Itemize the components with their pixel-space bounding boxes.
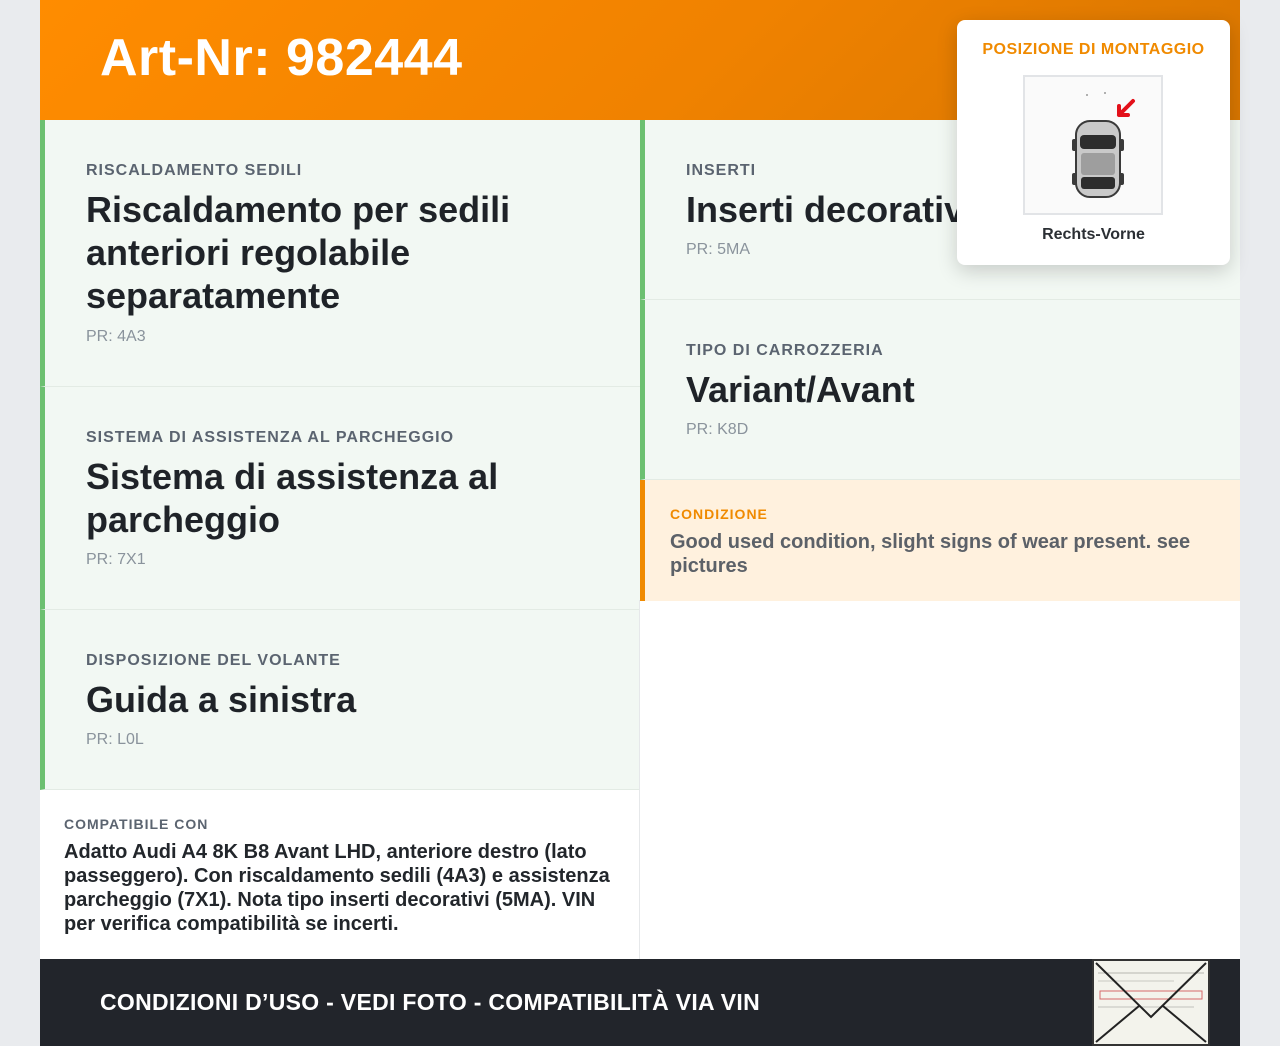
compatibility-text: Adatto Audi A4 8K B8 Avant LHD, anterior…: [64, 841, 610, 935]
attribute-pr-code: PR: K8D: [686, 421, 749, 438]
mounting-position-diagram: [1023, 75, 1163, 215]
attribute-pr-code: PR: L0L: [86, 731, 144, 748]
attribute-pr-code: PR: 5MA: [686, 241, 751, 258]
car-topview-icon: [1025, 77, 1161, 213]
column-divider: [639, 600, 640, 790]
condition-text: Good used condition, slight signs of wea…: [670, 531, 1191, 577]
attribute-label: DISPOSIZIONE DEL VOLANTE: [86, 652, 341, 669]
attribute-label: RISCALDAMENTO SEDILI: [86, 162, 303, 179]
compatibility-label: COMPATIBILE CON: [64, 816, 209, 832]
attribute-label: SISTEMA DI ASSISTENZA AL PARCHEGGIO: [86, 429, 455, 446]
document-thumbnail: [1092, 959, 1210, 1046]
attribute-pr-code: PR: 7X1: [86, 551, 146, 568]
envelope-icon: [1094, 961, 1208, 1044]
attribute-label: INSERTI: [686, 162, 757, 179]
condition-box: CONDIZIONE Good used condition, slight s…: [640, 480, 1240, 601]
article-number: Art-Nr: 982444: [100, 29, 463, 87]
attribute-value: Guida a sinistra: [86, 679, 357, 720]
mounting-position-caption: Rechts-Vorne: [1042, 226, 1145, 243]
attribute-card-body-type: TIPO DI CARROZZERIA Variant/Avant PR: K8…: [640, 300, 1240, 480]
attribute-value: Riscaldamento per sedili anteriori regol…: [86, 189, 511, 316]
attribute-value: Sistema di assistenza al parcheggio: [86, 456, 499, 540]
attribute-card-seat-heating: RISCALDAMENTO SEDILI Riscaldamento per s…: [40, 120, 640, 387]
attribute-card-steering: DISPOSIZIONE DEL VOLANTE Guida a sinistr…: [40, 610, 640, 790]
page-sheet: Art-Nr: 982444 RISCALDAMENTO SEDILI Risc…: [40, 0, 1240, 1046]
attribute-label: TIPO DI CARROZZERIA: [686, 342, 884, 359]
footer-bar: CONDIZIONI D’USO - VEDI FOTO - COMPATIBI…: [40, 959, 1240, 1046]
mounting-position-title: POSIZIONE DI MONTAGGIO: [982, 41, 1205, 58]
footer-text: CONDIZIONI D’USO - VEDI FOTO - COMPATIBI…: [100, 989, 761, 1015]
attribute-card-parking-assist: SISTEMA DI ASSISTENZA AL PARCHEGGIO Sist…: [40, 387, 640, 610]
mounting-position-popup: POSIZIONE DI MONTAGGIO Rechts-Vorne: [957, 20, 1230, 265]
attribute-value: Variant/Avant: [686, 369, 915, 410]
attribute-pr-code: PR: 4A3: [86, 328, 146, 345]
compatibility-box: COMPATIBILE CON Adatto Audi A4 8K B8 Ava…: [40, 790, 640, 960]
condition-label: CONDIZIONE: [670, 506, 768, 522]
